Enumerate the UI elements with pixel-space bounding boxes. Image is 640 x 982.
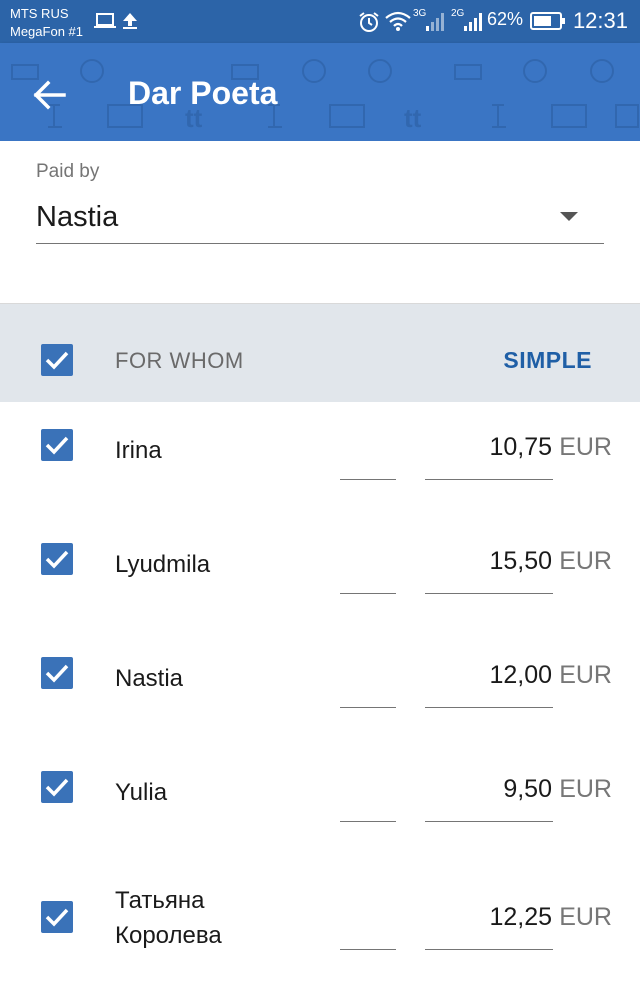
currency-label: EUR — [559, 775, 612, 803]
currency-label: EUR — [559, 903, 612, 931]
participant-row: Yulia 9,50 EUR — [0, 745, 640, 860]
simple-mode-button[interactable]: SIMPLE — [503, 347, 592, 374]
amount-value: 12,00 — [489, 661, 552, 689]
participant-checkbox[interactable] — [41, 543, 73, 575]
status-bar: MTS RUS MegaFon #1 3G 2G 62% 12:31 — [0, 0, 640, 43]
amount-value: 12,25 — [489, 903, 552, 931]
carrier-info: MTS RUS MegaFon #1 — [10, 5, 83, 41]
page-title: Dar Poeta — [128, 75, 278, 111]
participant-checkbox[interactable] — [41, 429, 73, 461]
participant-name: Татьяна Королева — [115, 887, 222, 949]
svg-text:tt: tt — [404, 103, 422, 133]
wifi-icon — [385, 11, 411, 31]
participant-row: Irina 10,75 EUR — [0, 403, 640, 518]
battery-icon — [530, 12, 565, 30]
check-icon — [45, 778, 69, 797]
header-pattern: tt tt — [11, 59, 639, 133]
check-icon — [45, 436, 69, 455]
participant-name: Irina — [115, 437, 162, 464]
check-icon — [45, 664, 69, 683]
amount-value: 9,50 — [503, 775, 552, 803]
share-input[interactable] — [340, 479, 396, 480]
share-input[interactable] — [340, 949, 396, 950]
for-whom-label: FOR WHOM — [115, 348, 244, 373]
for-whom-header: FOR WHOM SIMPLE — [0, 304, 640, 402]
participant-row: Татьяна Королева 12,25 EUR — [0, 859, 640, 982]
share-input[interactable] — [340, 593, 396, 594]
participant-row: Nastia 12,00 EUR — [0, 631, 640, 746]
share-input[interactable] — [340, 707, 396, 708]
paid-by-label: Paid by — [36, 161, 100, 182]
participant-checkbox[interactable] — [41, 771, 73, 803]
share-input[interactable] — [340, 821, 396, 822]
dropdown-arrow-icon — [560, 212, 578, 221]
amount-input[interactable] — [425, 821, 553, 822]
laptop-icon — [94, 13, 116, 28]
participant-row: Lyudmila 15,50 EUR — [0, 517, 640, 632]
currency-label: EUR — [559, 547, 612, 575]
participant-checkbox[interactable] — [41, 901, 73, 933]
paid-by-section: Paid by Nastia — [0, 141, 640, 304]
amount-value: 15,50 — [489, 547, 552, 575]
participant-name: Nastia — [115, 665, 184, 692]
carrier-2: MegaFon #1 — [10, 24, 83, 39]
battery-percent: 62% — [487, 9, 524, 29]
app-bar: tt tt Dar Poeta — [0, 43, 640, 141]
participant-checkbox[interactable] — [41, 657, 73, 689]
amount-value: 10,75 — [489, 433, 552, 461]
clock: 12:31 — [572, 8, 628, 33]
check-icon — [45, 550, 69, 569]
select-all-checkbox[interactable] — [41, 344, 73, 376]
amount-input[interactable] — [425, 593, 553, 594]
check-icon — [45, 351, 69, 370]
back-arrow-icon[interactable] — [28, 73, 72, 117]
carrier-1: MTS RUS — [10, 6, 69, 21]
currency-label: EUR — [559, 433, 612, 461]
amount-input[interactable] — [425, 707, 553, 708]
currency-label: EUR — [559, 661, 612, 689]
payer-dropdown[interactable]: Nastia — [36, 197, 604, 244]
participant-name: Yulia — [115, 779, 168, 806]
signal-icon-2 — [464, 13, 482, 31]
payer-value: Nastia — [36, 201, 119, 233]
amount-input[interactable] — [425, 949, 553, 950]
amount-input[interactable] — [425, 479, 553, 480]
upload-icon — [123, 13, 137, 29]
check-icon — [45, 908, 69, 927]
signal-icon-1 — [426, 13, 444, 31]
participant-name: Lyudmila — [115, 551, 211, 578]
alarm-icon — [359, 12, 379, 32]
